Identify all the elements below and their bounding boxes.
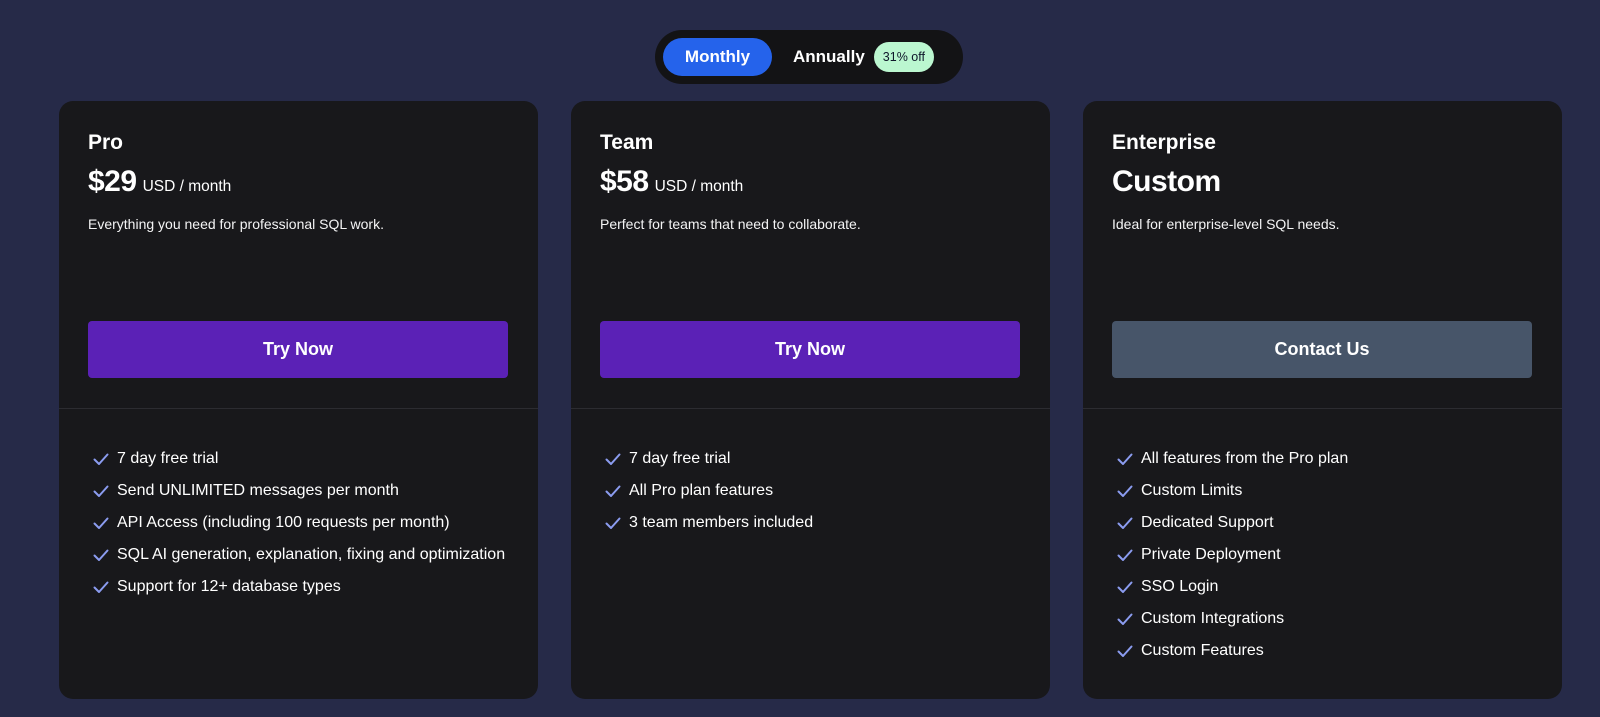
feature-label: Send UNLIMITED messages per month (117, 482, 399, 499)
plan-description: Ideal for enterprise-level SQL needs. (1112, 216, 1340, 232)
price-unit: USD / month (142, 178, 232, 195)
check-icon (604, 514, 622, 532)
check-icon (1116, 514, 1134, 532)
check-icon (1116, 610, 1134, 628)
plan-name: Team (600, 131, 654, 154)
feature-item: API Access (including 100 requests per m… (92, 507, 538, 539)
feature-label: Private Deployment (1141, 546, 1281, 563)
feature-item: Custom Integrations (1116, 603, 1562, 635)
feature-item: SSO Login (1116, 571, 1562, 603)
feature-label: 3 team members included (629, 514, 814, 531)
feature-item: 7 day free trial (92, 443, 538, 475)
feature-label: Custom Features (1141, 642, 1264, 659)
try-now-button[interactable]: Try Now (88, 321, 508, 378)
price-row: $58 USD / month (600, 165, 1020, 201)
feature-label: All features from the Pro plan (1141, 450, 1349, 467)
price-amount: $58 (600, 165, 649, 198)
feature-item: Custom Limits (1116, 475, 1562, 507)
check-icon (1116, 450, 1134, 468)
pricing-cards: Pro $29 USD / month Everything you need … (59, 101, 1562, 699)
check-icon (92, 546, 110, 564)
price-amount: Custom (1112, 165, 1221, 198)
feature-item: Private Deployment (1116, 539, 1562, 571)
annually-toggle-button[interactable]: Annually 31% off (772, 38, 934, 76)
feature-label: SQL AI generation, explanation, fixing a… (117, 546, 506, 563)
monthly-toggle-label: Monthly (684, 47, 751, 66)
check-icon (92, 450, 110, 468)
contact-us-button[interactable]: Contact Us (1112, 321, 1532, 378)
feature-list: 7 day free trial All Pro plan features 3 t… (571, 409, 1050, 539)
feature-item: 7 day free trial (604, 443, 1050, 475)
check-icon (1116, 546, 1134, 564)
plan-name: Enterprise (1112, 131, 1216, 154)
feature-list: 7 day free trial Send UNLIMITED messages … (59, 409, 538, 603)
feature-item: 3 team members included (604, 507, 1050, 539)
plan-card-team: Team $58 USD / month Perfect for teams t… (571, 101, 1050, 699)
feature-label: All Pro plan features (629, 482, 774, 499)
check-icon (92, 578, 110, 596)
feature-label: Support for 12+ database types (117, 578, 341, 595)
check-icon (1116, 578, 1134, 596)
feature-label: SSO Login (1141, 578, 1219, 595)
plan-card-enterprise: Enterprise Custom Ideal for enterprise-l… (1083, 101, 1562, 699)
plan-description: Perfect for teams that need to collabora… (600, 216, 861, 232)
plan-name: Pro (88, 131, 124, 154)
check-icon (92, 482, 110, 500)
feature-label: 7 day free trial (117, 450, 219, 467)
check-icon (604, 450, 622, 468)
feature-item: All features from the Pro plan (1116, 443, 1562, 475)
plan-card-header: Team $58 USD / month Perfect for teams t… (571, 101, 1050, 409)
feature-label: Custom Limits (1141, 482, 1243, 499)
price-amount: $29 (88, 165, 137, 198)
feature-label: 7 day free trial (629, 450, 731, 467)
feature-item: Support for 12+ database types (92, 571, 538, 603)
plan-card-pro: Pro $29 USD / month Everything you need … (59, 101, 538, 699)
discount-badge: 31% off (873, 42, 934, 72)
monthly-toggle-button[interactable]: Monthly (663, 38, 772, 76)
try-now-button[interactable]: Try Now (600, 321, 1020, 378)
check-icon (92, 514, 110, 532)
annually-toggle-label: Annually (793, 47, 865, 66)
feature-label: API Access (including 100 requests per m… (117, 514, 450, 531)
plan-card-header: Enterprise Custom Ideal for enterprise-l… (1083, 101, 1562, 409)
feature-label: Custom Integrations (1141, 610, 1285, 627)
feature-item: Dedicated Support (1116, 507, 1562, 539)
plan-card-header: Pro $29 USD / month Everything you need … (59, 101, 538, 409)
price-row: Custom (1112, 165, 1532, 201)
billing-period-toggle: Monthly Annually 31% off (655, 30, 963, 84)
price-unit: USD / month (654, 178, 744, 195)
feature-label: Dedicated Support (1141, 514, 1274, 531)
price-row: $29 USD / month (88, 165, 508, 201)
plan-description: Everything you need for professional SQL… (88, 216, 384, 232)
check-icon (1116, 482, 1134, 500)
feature-list: All features from the Pro plan Custom Lim… (1083, 409, 1562, 667)
check-icon (604, 482, 622, 500)
feature-item: All Pro plan features (604, 475, 1050, 507)
feature-item: SQL AI generation, explanation, fixing a… (92, 539, 538, 571)
feature-item: Custom Features (1116, 635, 1562, 667)
feature-item: Send UNLIMITED messages per month (92, 475, 538, 507)
check-icon (1116, 642, 1134, 660)
